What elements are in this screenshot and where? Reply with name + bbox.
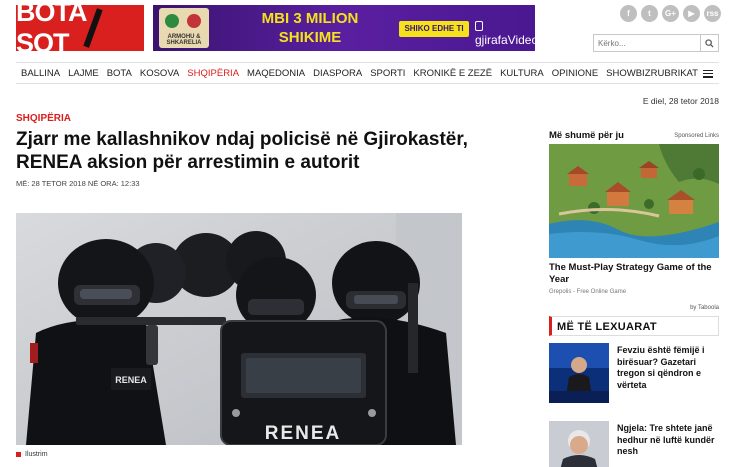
- article-category[interactable]: SHQIPËRIA: [16, 113, 71, 124]
- sidebar-heading: Më shumë për ju: [549, 130, 624, 141]
- most-read-item[interactable]: Fevziu është fëmijë i birësuar? Gazetari…: [549, 343, 719, 405]
- nav-item-kronikë-e-zezë[interactable]: KRONIKË E ZEZË: [413, 68, 492, 79]
- sponsored-ad-title[interactable]: The Must-Play Strategy Game of the Year: [549, 262, 719, 286]
- banner-cta-button[interactable]: SHIKO EDHE TI: [399, 21, 469, 37]
- sponsored-ad-image[interactable]: [549, 144, 719, 258]
- caption-square-icon: [16, 452, 21, 457]
- banner-headline: MBI 3 MILION SHIKIME: [235, 9, 385, 47]
- nav-item-lajme[interactable]: LAJME: [68, 68, 99, 79]
- main-nav: BALLINA LAJME BOTA KOSOVA SHQIPËRIA MAQEDONIA…: [16, 62, 719, 84]
- photo-shield-text: RENEA: [265, 423, 342, 444]
- search-input[interactable]: [594, 35, 700, 51]
- nav-item-opinione[interactable]: OPINIONE: [552, 68, 598, 79]
- most-read-headline[interactable]: Fevziu është fëmijë i birësuar? Gazetari…: [617, 345, 719, 391]
- sponsored-label[interactable]: Sponsored Links: [674, 133, 719, 139]
- nav-item-kosova[interactable]: KOSOVA: [140, 68, 179, 79]
- most-read-headline[interactable]: Ngjela: Tre shtete janë hedhur në luftë …: [617, 423, 719, 458]
- photo-patch-text: RENEA: [115, 375, 147, 385]
- twitter-icon[interactable]: t: [641, 5, 658, 22]
- search-box: [593, 34, 719, 52]
- youtube-icon[interactable]: ▶: [683, 5, 700, 22]
- search-icon: [705, 38, 714, 48]
- cartoon-figure-red: [187, 14, 201, 28]
- current-date: E diel, 28 tetor 2018: [642, 96, 719, 106]
- rss-icon[interactable]: rss: [704, 5, 721, 22]
- article-photo: RENEA RENEA: [16, 213, 462, 445]
- politician-portrait-image: [549, 421, 609, 467]
- nav-item-kultura[interactable]: KULTURA: [500, 68, 544, 79]
- photo-caption-text: Ilustrim: [25, 451, 48, 458]
- nav-item-shqipëria[interactable]: SHQIPËRIA: [187, 68, 239, 79]
- nav-item-showbiz[interactable]: SHOWBIZ: [606, 68, 650, 79]
- nav-item-ballina[interactable]: BALLINA: [21, 68, 60, 79]
- ad-banner[interactable]: ARMOHU & SHKARELIA MBI 3 MILION SHIKIME …: [153, 5, 535, 51]
- article-title: Zjarr me kallashnikov ndaj policisë në G…: [16, 129, 468, 173]
- taboola-credit[interactable]: by Taboola: [690, 305, 719, 311]
- banner-headline-line2: SHIKIME: [278, 29, 342, 46]
- banner-cartoon-image: ARMOHU & SHKARELIA: [159, 8, 209, 48]
- strategy-game-illustration: [549, 144, 719, 258]
- photo-caption: Ilustrim: [16, 451, 48, 458]
- logo-text: BOTA SOT: [16, 0, 87, 58]
- cartoon-figure-green: [165, 14, 179, 28]
- article-meta: MË: 28 TETOR 2018 NË ORA: 12:33: [16, 179, 140, 188]
- google-plus-icon[interactable]: G+: [662, 5, 679, 22]
- most-read-thumbnail[interactable]: [549, 421, 609, 467]
- banner-headline-line1: MBI 3 MILION: [261, 10, 359, 27]
- video-icon: [475, 21, 483, 31]
- tv-studio-image: [549, 343, 609, 403]
- search-button[interactable]: [700, 35, 718, 51]
- most-read-title: MË TË LEXUARAT: [557, 321, 657, 333]
- most-read-header: MË TË LEXUARAT: [549, 316, 719, 336]
- banner-brand: gjirafaVideo: [475, 19, 535, 47]
- hamburger-icon: [703, 69, 713, 78]
- site-logo[interactable]: BOTA SOT: [16, 0, 144, 58]
- swat-team-illustration: RENEA RENEA: [16, 213, 462, 445]
- banner-brand-label: gjirafaVideo: [475, 33, 535, 47]
- sponsored-ad-source: Grepolis - Free Online Game: [549, 289, 627, 295]
- nav-item-sporti[interactable]: SPORTI: [370, 68, 405, 79]
- rubrikat-label: RUBRIKAT: [650, 68, 698, 79]
- nav-list: BALLINA LAJME BOTA KOSOVA SHQIPËRIA MAQEDONIA…: [21, 68, 659, 79]
- rubrikat-menu-button[interactable]: RUBRIKAT: [651, 68, 713, 79]
- nav-item-maqedonia[interactable]: MAQEDONIA: [247, 68, 305, 79]
- facebook-icon[interactable]: f: [620, 5, 637, 22]
- cartoon-caption: ARMOHU & SHKARELIA: [166, 34, 202, 46]
- most-read-thumbnail[interactable]: [549, 343, 609, 403]
- nav-item-bota[interactable]: BOTA: [107, 68, 132, 79]
- social-links: f t G+ ▶ rss: [620, 5, 721, 22]
- most-read-item[interactable]: Ngjela: Tre shtete janë hedhur në luftë …: [549, 421, 719, 467]
- nav-item-diaspora[interactable]: DIASPORA: [313, 68, 362, 79]
